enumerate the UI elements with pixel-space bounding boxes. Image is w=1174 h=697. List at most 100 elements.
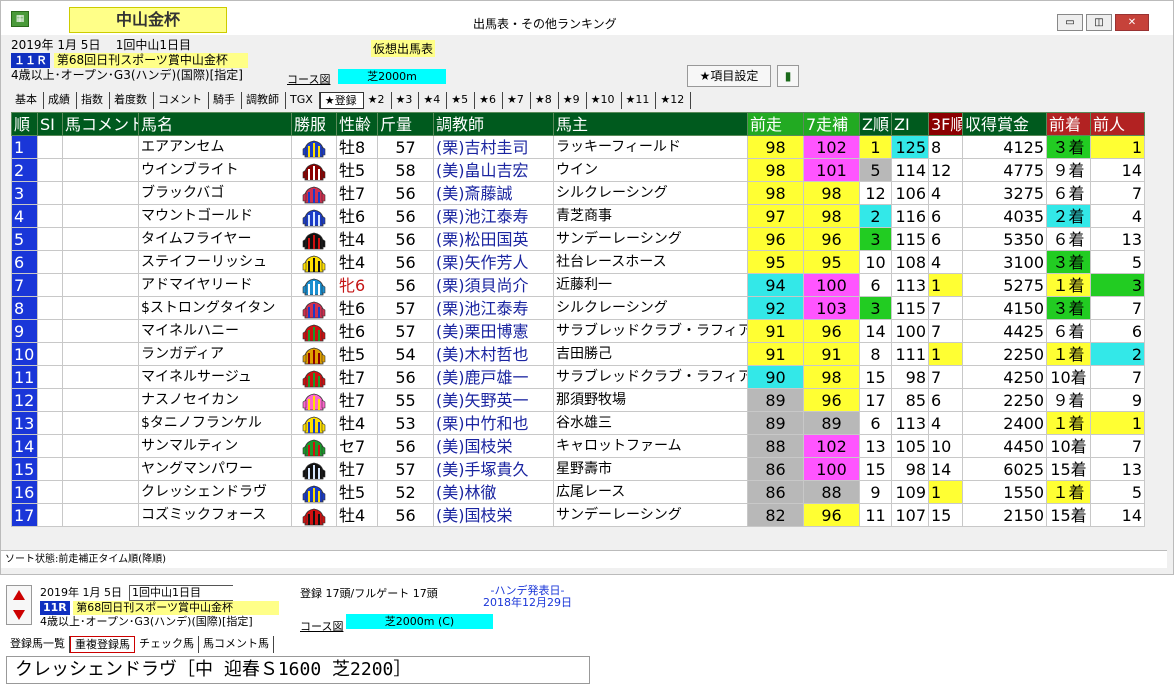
table-row[interactable]: 4 マウントゴールド 牡6 56 (栗)池江泰寿 青芝商事 97 98 2 116 6 4035 ２着 4 <box>11 204 1145 228</box>
horse-name[interactable]: ステイフーリッシュ <box>138 250 292 274</box>
horse-comment-cell <box>62 342 139 366</box>
col-header-silks[interactable]: 勝服 <box>291 112 337 136</box>
table-row[interactable]: 12 ナスノセイカン 牡7 55 (美)矢野英一 那須野牧場 89 96 17 85 6 2250 ９着… <box>11 388 1145 412</box>
tab-star9[interactable]: ★9 <box>559 92 587 109</box>
tab-star10[interactable]: ★10 <box>587 92 622 109</box>
horse-comment-cell <box>62 503 139 527</box>
tab-trainer[interactable]: 調教師 <box>242 92 286 109</box>
horse-comment-cell <box>62 158 139 182</box>
table-row[interactable]: 16 クレッシェンドラヴ 牡5 52 (美)林徹 広尾レース 86 88 9 109 1 1550 １着… <box>11 480 1145 504</box>
table-row[interactable]: 10 ランガディア 牡5 54 (美)木村哲也 吉田勝己 91 91 8 111 1 2250 １着 2 <box>11 342 1145 366</box>
horse-name[interactable]: ウインブライト <box>138 158 292 182</box>
col-header-last-finish[interactable]: 前着 <box>1046 112 1091 136</box>
tab-star12[interactable]: ★12 <box>656 92 692 109</box>
tab-placings[interactable]: 着度数 <box>110 92 154 109</box>
tab-star3[interactable]: ★3 <box>392 92 420 109</box>
tab-entry-list[interactable]: 登録馬一覧 <box>6 636 70 653</box>
tab-check-horses[interactable]: チェック馬 <box>135 636 199 653</box>
horse-name[interactable]: $ストロングタイタン <box>138 296 292 320</box>
col-header-last-race[interactable]: 前走 <box>747 112 804 136</box>
col-header-horse-name[interactable]: 馬名 <box>138 112 292 136</box>
horse-name[interactable]: コズミックフォース <box>138 503 292 527</box>
item-settings-button[interactable]: ★項目設定 <box>687 65 771 87</box>
table-row[interactable]: 15 ヤングマンパワー 牡7 57 (美)手塚貴久 星野壽市 86 100 15 98 14 6025… <box>11 457 1145 481</box>
horse-name[interactable]: ナスノセイカン <box>138 388 292 412</box>
table-row[interactable]: 5 タイムフライヤー 牡4 56 (栗)松田国英 サンデーレーシング 96 96 3 115 6 53… <box>11 227 1145 251</box>
detail-course-link[interactable]: コース図 <box>300 618 343 634</box>
prize-money: 4775 <box>962 158 1047 182</box>
z-rank: 15 <box>859 457 892 481</box>
arrow-down-icon[interactable] <box>13 610 25 620</box>
horse-name[interactable]: エアアンセム <box>138 135 292 159</box>
col-header-rank[interactable]: 順 <box>11 112 38 136</box>
person-icon[interactable]: ▮ <box>777 65 799 87</box>
col-header-horse-comment[interactable]: 馬コメント <box>62 112 139 136</box>
horse-name[interactable]: $タニノフランケル <box>138 411 292 435</box>
tab-star11[interactable]: ★11 <box>622 92 657 109</box>
col-header-zi[interactable]: ZI <box>891 112 929 136</box>
horse-name[interactable]: ヤングマンパワー <box>138 457 292 481</box>
entry-count: 登録 17頭/フルゲート 17頭 <box>300 587 438 600</box>
tab-star8[interactable]: ★8 <box>531 92 559 109</box>
tab-star4[interactable]: ★4 <box>419 92 448 109</box>
minimize-button[interactable]: ▭ <box>1057 14 1083 31</box>
row-number: 8 <box>11 296 38 320</box>
si-cell <box>37 319 63 343</box>
horse-name[interactable]: クレッシェンドラヴ <box>138 480 292 504</box>
table-row[interactable]: 8 $ストロングタイタン 牡6 57 (栗)池江泰寿 シルクレーシング 92 103 3 115 7… <box>11 296 1145 320</box>
course-link[interactable]: コース図 <box>287 71 330 87</box>
horse-name[interactable]: マイネルハニー <box>138 319 292 343</box>
table-row[interactable]: 6 ステイフーリッシュ 牡4 56 (栗)矢作芳人 社台レースホース 95 95 10 108 4 3… <box>11 250 1145 274</box>
table-row[interactable]: 3 ブラックバゴ 牡7 56 (美)斎藤誠 シルクレーシング 98 98 12 106 4 3275 ６… <box>11 181 1145 205</box>
tab-comment-horses[interactable]: 馬コメント馬 <box>199 636 274 653</box>
horse-name[interactable]: アドマイヤリード <box>138 273 292 297</box>
col-header-3f-rank[interactable]: 3F順 <box>928 112 963 136</box>
horse-name[interactable]: タイムフライヤー <box>138 227 292 251</box>
tab-star5[interactable]: ★5 <box>447 92 476 109</box>
col-header-z-rank[interactable]: Z順 <box>859 112 892 136</box>
table-row[interactable]: 11 マイネルサージュ 牡7 56 (美)鹿戸雄一 サラブレッドクラブ・ラフィアン 90 98… <box>11 365 1145 389</box>
tab-index[interactable]: 指数 <box>77 92 110 109</box>
tab-results[interactable]: 成績 <box>44 92 77 109</box>
comment-field[interactable]: クレッシェンドラヴ［中 迎春Ｓ1600 芝2200］ <box>6 656 590 684</box>
last-race-score: 98 <box>747 135 804 159</box>
tab-basic[interactable]: 基本 <box>11 92 44 109</box>
table-row[interactable]: 1 エアアンセム 牡8 57 (栗)吉村圭司 ラッキーフィールド 98 102 1 125 8 412… <box>11 135 1145 159</box>
table-row[interactable]: 14 サンマルティン セ7 56 (美)国枝栄 キャロットファーム 88 102 13 105 10… <box>11 434 1145 458</box>
tab-star2[interactable]: ★2 <box>364 92 392 109</box>
tab-comment[interactable]: コメント <box>154 92 209 109</box>
col-header-weight[interactable]: 斤量 <box>377 112 434 136</box>
horse-name[interactable]: サンマルティン <box>138 434 292 458</box>
f3-rank: 15 <box>928 503 963 527</box>
col-header-last-popularity[interactable]: 前人 <box>1090 112 1145 136</box>
tab-star6[interactable]: ★6 <box>475 92 504 109</box>
weight: 57 <box>377 135 434 159</box>
col-header-7race-adj[interactable]: 7走補 <box>803 112 860 136</box>
z-rank: 2 <box>859 204 892 228</box>
col-header-sex-age[interactable]: 性齢 <box>336 112 378 136</box>
prize-money: 6025 <box>962 457 1047 481</box>
tab-star7[interactable]: ★7 <box>503 92 531 109</box>
arrow-up-icon[interactable] <box>13 590 25 600</box>
col-header-owner[interactable]: 馬主 <box>553 112 748 136</box>
horse-name[interactable]: マウントゴールド <box>138 204 292 228</box>
jockey-silks-icon <box>302 254 326 273</box>
detail-race-number: 11R <box>40 601 70 615</box>
tab-tgx[interactable]: TGX <box>286 92 320 109</box>
table-row[interactable]: 7 アドマイヤリード 牝6 56 (栗)須貝尚介 近藤利一 94 100 6 113 1 5275 １着… <box>11 273 1145 297</box>
table-row[interactable]: 13 $タニノフランケル 牡4 53 (栗)中竹和也 谷水雄三 89 89 6 113 4 2400 １… <box>11 411 1145 435</box>
close-button[interactable]: ✕ <box>1115 14 1149 31</box>
horse-name[interactable]: ブラックバゴ <box>138 181 292 205</box>
table-row[interactable]: 9 マイネルハニー 牡6 57 (美)栗田博憲 サラブレッドクラブ・ラフィアン 91 96 14… <box>11 319 1145 343</box>
table-row[interactable]: 17 コズミックフォース 牡4 56 (美)国枝栄 サンデーレーシング 82 96 11 107 1… <box>11 503 1145 527</box>
col-header-prize[interactable]: 収得賞金 <box>962 112 1047 136</box>
tab-registered[interactable]: ★登録 <box>319 92 364 109</box>
col-header-trainer[interactable]: 調教師 <box>433 112 554 136</box>
col-header-si[interactable]: SI <box>37 112 63 136</box>
table-row[interactable]: 2 ウインブライト 牡5 58 (美)畠山吉宏 ウイン 98 101 5 114 12 4775 ９着 1… <box>11 158 1145 182</box>
tab-jockey[interactable]: 騎手 <box>209 92 242 109</box>
tab-duplicate-entries[interactable]: 重複登録馬 <box>70 636 135 653</box>
maximize-button[interactable]: ◫ <box>1086 14 1112 31</box>
horse-name[interactable]: マイネルサージュ <box>138 365 292 389</box>
horse-name[interactable]: ランガディア <box>138 342 292 366</box>
